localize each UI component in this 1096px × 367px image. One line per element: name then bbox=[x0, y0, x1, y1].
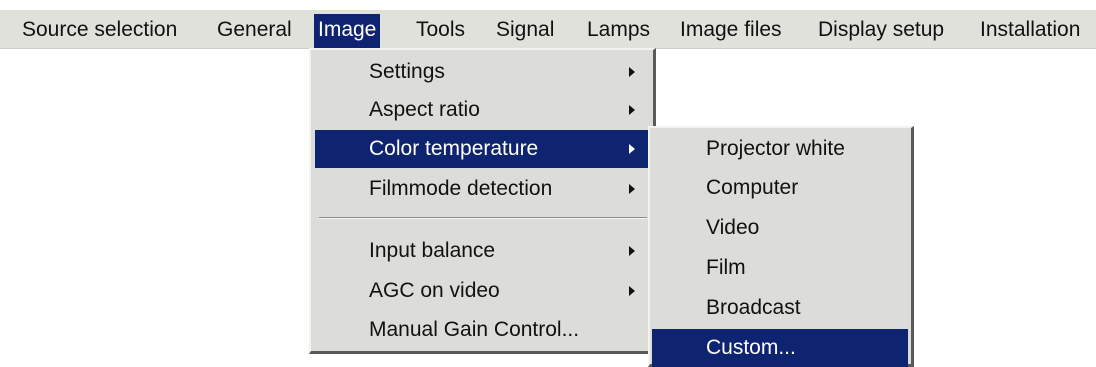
menu-item-film[interactable]: Film bbox=[652, 249, 908, 287]
menu-image-files[interactable]: Image files bbox=[680, 16, 782, 44]
menu-item-settings[interactable]: Settings bbox=[315, 53, 649, 91]
menu-item-filmmode-detection[interactable]: Filmmode detection bbox=[315, 170, 649, 208]
menu-image[interactable]: Image bbox=[314, 14, 381, 48]
menu-signal[interactable]: Signal bbox=[496, 16, 554, 44]
menu-item-label: Film bbox=[706, 256, 746, 279]
menu-item-label: Video bbox=[706, 216, 760, 239]
menu-item-label: Input balance bbox=[369, 239, 496, 262]
menu-item-aspect-ratio[interactable]: Aspect ratio bbox=[315, 91, 649, 129]
menu-item-label: Settings bbox=[369, 60, 445, 83]
menu-item-label: Broadcast bbox=[706, 296, 801, 319]
menu-item-projector-white[interactable]: Projector white bbox=[652, 130, 908, 168]
image-dropdown-menu: Settings Aspect ratio Color temperature … bbox=[309, 48, 656, 354]
menu-item-label: Aspect ratio bbox=[369, 98, 480, 121]
menu-tools[interactable]: Tools bbox=[416, 16, 465, 44]
menu-display-setup[interactable]: Display setup bbox=[818, 16, 944, 44]
menu-source-selection[interactable]: Source selection bbox=[22, 16, 177, 44]
menu-general[interactable]: General bbox=[217, 16, 292, 44]
menu-bar: Source selection General Image Tools Sig… bbox=[0, 10, 1096, 49]
menu-installation[interactable]: Installation bbox=[980, 16, 1080, 44]
submenu-arrow-icon bbox=[629, 286, 635, 296]
menu-item-custom[interactable]: Custom... bbox=[652, 329, 908, 367]
menu-item-video[interactable]: Video bbox=[652, 209, 908, 247]
menu-separator bbox=[319, 217, 647, 219]
menu-item-label: Computer bbox=[706, 176, 799, 199]
menu-item-label: AGC on video bbox=[369, 279, 500, 302]
submenu-arrow-icon bbox=[629, 184, 635, 194]
submenu-arrow-icon bbox=[629, 144, 635, 154]
menu-item-broadcast[interactable]: Broadcast bbox=[652, 289, 908, 327]
menu-item-label: Projector white bbox=[706, 137, 845, 160]
menu-item-label: Manual Gain Control... bbox=[369, 318, 580, 341]
menu-item-label: Filmmode detection bbox=[369, 177, 553, 200]
menu-lamps[interactable]: Lamps bbox=[587, 16, 650, 44]
submenu-arrow-icon bbox=[629, 105, 635, 115]
menu-item-label: Custom... bbox=[706, 336, 796, 359]
menu-item-manual-gain-control[interactable]: Manual Gain Control... bbox=[315, 311, 649, 349]
menu-item-color-temperature[interactable]: Color temperature bbox=[315, 130, 649, 168]
menu-item-input-balance[interactable]: Input balance bbox=[315, 232, 649, 270]
color-temperature-submenu: Projector white Computer Video Film Broa… bbox=[648, 126, 914, 367]
submenu-arrow-icon bbox=[629, 67, 635, 77]
menu-item-label: Color temperature bbox=[369, 137, 539, 160]
menu-item-agc-on-video[interactable]: AGC on video bbox=[315, 272, 649, 310]
menu-item-computer[interactable]: Computer bbox=[652, 169, 908, 207]
submenu-arrow-icon bbox=[629, 246, 635, 256]
